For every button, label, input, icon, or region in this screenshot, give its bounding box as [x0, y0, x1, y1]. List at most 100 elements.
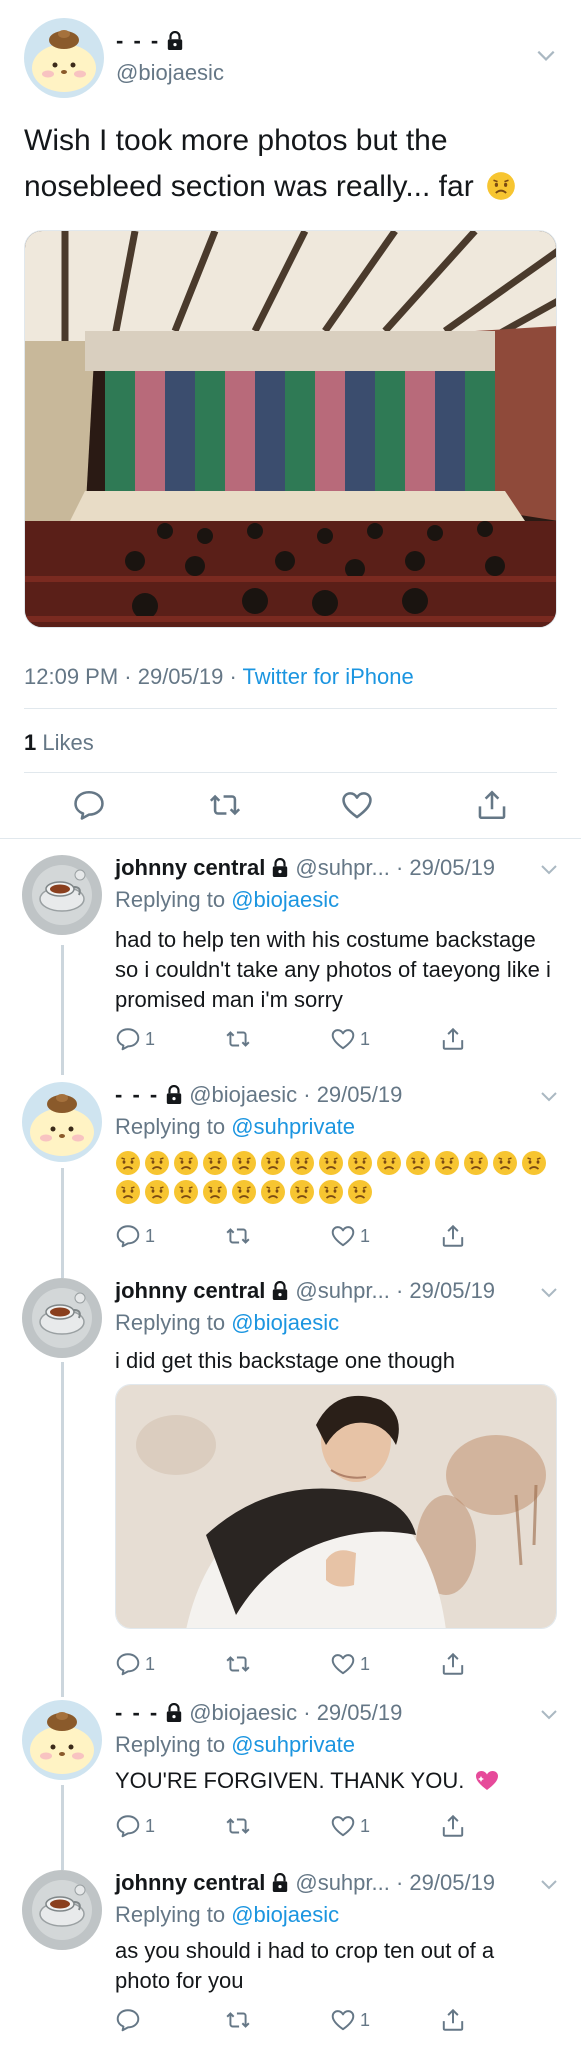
display-name[interactable]: johnny central — [115, 1278, 265, 1304]
chevron-down-icon[interactable] — [539, 859, 559, 879]
retweet-icon — [225, 1223, 251, 1249]
divider — [24, 708, 557, 709]
teacup-avatar-icon — [22, 855, 102, 935]
worried-face-icon — [405, 1150, 431, 1176]
retweet-button[interactable] — [225, 1025, 251, 1053]
share-button[interactable] — [440, 1025, 466, 1053]
reply-icon — [115, 1651, 141, 1677]
handle-date: @suhpr... · 29/05/19 — [295, 1870, 496, 1895]
emoji-row — [115, 1150, 555, 1205]
replying-to-link[interactable]: @suhprivate — [231, 1114, 355, 1139]
thread-line — [61, 945, 64, 1075]
like-count: 1 — [360, 1815, 371, 1836]
display-name[interactable]: - - - — [115, 1700, 159, 1726]
share-button[interactable] — [440, 2006, 466, 2034]
reply-count: 1 — [145, 1653, 156, 1674]
like-icon — [330, 1223, 356, 1249]
worried-face-icon — [347, 1150, 373, 1176]
worried-face-icon — [289, 1150, 315, 1176]
share-button[interactable] — [440, 1812, 466, 1840]
likes-count[interactable]: 1 Likes — [24, 730, 94, 756]
retweet-button[interactable] — [225, 2006, 251, 2034]
reply-button[interactable] — [115, 2006, 145, 2034]
chevron-down-icon[interactable] — [539, 1704, 559, 1724]
replying-to-link[interactable]: @biojaesic — [231, 887, 339, 912]
avatar[interactable] — [22, 1870, 102, 1950]
avatar[interactable] — [22, 1700, 102, 1780]
worried-face-icon — [260, 1150, 286, 1176]
reply-icon[interactable] — [72, 788, 106, 822]
display-name[interactable]: johnny central — [115, 1870, 265, 1896]
chevron-down-icon[interactable] — [539, 1874, 559, 1894]
like-button[interactable]: 1 — [330, 1812, 370, 1840]
divider — [0, 838, 581, 839]
chevron-down-icon[interactable] — [539, 1282, 559, 1302]
worried-face-icon — [260, 1179, 286, 1205]
worried-face-icon — [173, 1150, 199, 1176]
avatar[interactable] — [24, 18, 104, 98]
worried-face-icon — [289, 1179, 315, 1205]
retweet-icon[interactable] — [208, 788, 242, 822]
like-button[interactable]: 1 — [330, 1650, 370, 1678]
tweet-text: Wish I took more photos but the noseblee… — [24, 118, 564, 210]
replying-to: Replying to @biojaesic — [115, 1310, 339, 1336]
chevron-down-icon[interactable] — [539, 1086, 559, 1106]
worried-face-icon — [173, 1179, 199, 1205]
share-button[interactable] — [440, 1222, 466, 1250]
handle[interactable]: @biojaesic — [116, 60, 224, 86]
reply-button[interactable]: 1 — [115, 1650, 155, 1678]
like-button[interactable]: 1 — [330, 2006, 370, 2034]
worried-face-icon — [376, 1150, 402, 1176]
reply-text: had to help ten with his costume backsta… — [115, 927, 551, 1012]
worried-face-icon — [202, 1150, 228, 1176]
handle-date: @biojaesic · 29/05/19 — [189, 1082, 403, 1107]
reply-header: johnny central @suhpr... · 29/05/19 — [115, 1278, 495, 1304]
teacup-avatar-icon — [22, 1870, 102, 1950]
reply-count: 1 — [145, 1028, 156, 1049]
replying-to-link[interactable]: @biojaesic — [231, 1310, 339, 1335]
replying-to: Replying to @suhprivate — [115, 1732, 355, 1758]
reply-actions: 1 1 — [115, 1025, 535, 1055]
chevron-down-icon[interactable] — [535, 44, 557, 66]
avatar[interactable] — [22, 855, 102, 935]
reply-button[interactable]: 1 — [115, 1812, 155, 1840]
avatar[interactable] — [22, 1082, 102, 1162]
retweet-icon — [225, 2007, 251, 2033]
like-button[interactable]: 1 — [330, 1025, 370, 1053]
like-button[interactable]: 1 — [330, 1222, 370, 1250]
share-button[interactable] — [440, 1650, 466, 1678]
display-name[interactable]: - - - — [116, 28, 184, 54]
reply-icon — [115, 2007, 141, 2033]
share-icon — [440, 1813, 466, 1839]
display-name[interactable]: johnny central — [115, 855, 265, 881]
like-icon[interactable] — [340, 788, 374, 822]
retweet-icon — [225, 1651, 251, 1677]
retweet-button[interactable] — [225, 1222, 251, 1250]
retweet-button[interactable] — [225, 1812, 251, 1840]
replying-prefix: Replying to — [115, 1902, 232, 1927]
replying-to-link[interactable]: @suhprivate — [231, 1732, 355, 1757]
retweet-button[interactable] — [225, 1650, 251, 1678]
replying-to: Replying to @biojaesic — [115, 887, 339, 913]
retweet-icon — [225, 1813, 251, 1839]
share-icon[interactable] — [475, 788, 509, 822]
tweet-timestamp: 12:09 PM · 29/05/19 · Twitter for iPhone — [24, 664, 414, 690]
reply-header: - - - @biojaesic · 29/05/19 — [115, 1700, 402, 1726]
handle-date: @suhpr... · 29/05/19 — [295, 1278, 496, 1303]
reply-photo[interactable] — [115, 1384, 557, 1629]
sparkling-heart-icon — [476, 1771, 499, 1790]
like-count: 1 — [360, 1225, 371, 1246]
reply-actions: 1 1 — [115, 1812, 535, 1842]
pompompurin-avatar-icon — [24, 18, 104, 98]
source-link[interactable]: Twitter for iPhone — [243, 664, 414, 689]
worried-face-icon — [347, 1179, 373, 1205]
display-name[interactable]: - - - — [115, 1082, 159, 1108]
reply-button[interactable]: 1 — [115, 1025, 155, 1053]
replying-to-link[interactable]: @biojaesic — [231, 1902, 339, 1927]
lock-icon — [271, 858, 289, 878]
avatar[interactable] — [22, 1278, 102, 1358]
tweet-photo[interactable] — [24, 230, 557, 628]
worried-face-icon — [202, 1179, 228, 1205]
reply-button[interactable]: 1 — [115, 1222, 155, 1250]
thread-line — [61, 1362, 64, 1697]
